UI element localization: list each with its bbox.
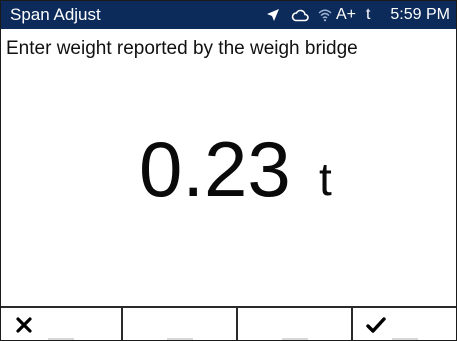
unit-indicator: t xyxy=(365,6,371,23)
checkmark-icon xyxy=(365,314,387,336)
close-icon xyxy=(13,314,35,336)
navigation-arrow-icon xyxy=(265,5,281,25)
wifi-icon xyxy=(318,5,332,25)
cancel-softkey[interactable] xyxy=(1,308,123,340)
clock: 5:59 PM xyxy=(390,6,450,23)
screen-title: Span Adjust xyxy=(10,5,101,24)
weight-unit: t xyxy=(319,153,332,205)
weight-value[interactable]: 0.23 xyxy=(139,119,291,219)
softkey-2[interactable] xyxy=(123,308,238,340)
weight-value-display[interactable]: 0.23 t xyxy=(1,119,456,219)
softkey-3[interactable] xyxy=(238,308,353,340)
status-bar: Span Adjust A+ t 5:59 PM xyxy=(1,1,456,29)
confirm-softkey[interactable] xyxy=(353,308,456,340)
battery-status: A+ xyxy=(335,6,356,23)
instruction-prompt: Enter weight reported by the weigh bridg… xyxy=(6,38,358,59)
span-adjust-screen: Span Adjust A+ t 5:59 PM Enter weight re… xyxy=(0,0,457,341)
status-icons: A+ t 5:59 PM xyxy=(265,5,450,25)
softkey-bar xyxy=(1,306,456,340)
cloud-icon xyxy=(291,5,309,25)
